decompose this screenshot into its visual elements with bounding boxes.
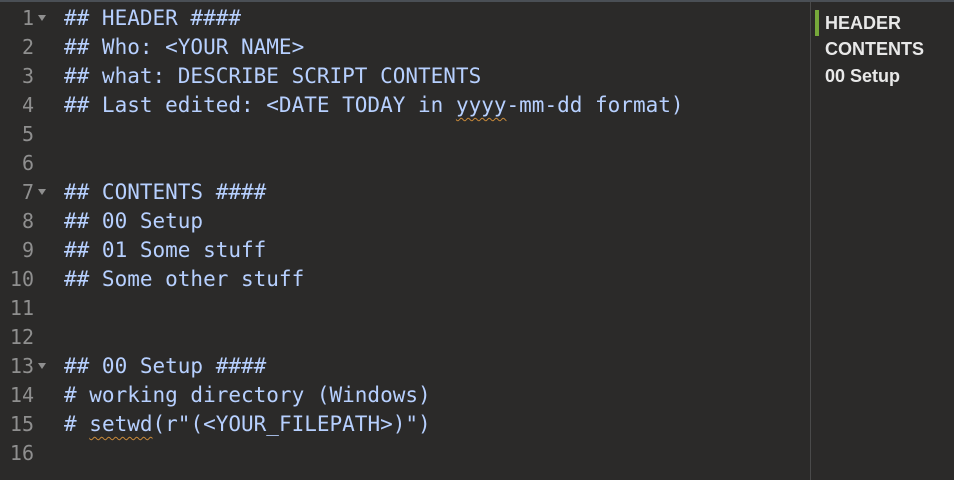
code-text[interactable]: ## CONTENTS #### (64, 178, 266, 207)
code-segment: (r"(<YOUR_FILEPATH>)") (152, 412, 431, 436)
code-text[interactable]: ## what: DESCRIBE SCRIPT CONTENTS (64, 62, 481, 91)
line-number: 3 (21, 64, 34, 88)
code-line[interactable]: 9 ## 01 Some stuff (0, 236, 810, 265)
current-section-marker (815, 10, 819, 36)
code-line[interactable]: 6 (0, 149, 810, 178)
code-text[interactable]: ## 00 Setup #### (64, 352, 266, 381)
spellcheck-flagged-word[interactable]: setwd (89, 412, 152, 436)
code-text[interactable]: ## 00 Setup (64, 207, 203, 236)
code-text[interactable]: ## Who: <YOUR NAME> (64, 33, 304, 62)
code-line[interactable]: 12 (0, 323, 810, 352)
line-number: 1 (21, 6, 34, 30)
document-outline-panel: HEADER CONTENTS 00 Setup (811, 2, 954, 480)
code-text[interactable]: ## 01 Some stuff (64, 236, 266, 265)
line-number: 14 (9, 383, 34, 407)
code-text[interactable]: ## Some other stuff (64, 265, 304, 294)
code-line[interactable]: 16 (0, 439, 810, 468)
line-number: 7 (21, 180, 34, 204)
outline-item-setup[interactable]: 00 Setup (825, 63, 900, 89)
fold-arrow-icon[interactable] (38, 15, 46, 21)
line-number: 15 (9, 412, 34, 436)
code-line[interactable]: 1 ## HEADER #### (0, 4, 810, 33)
outline-item-contents[interactable]: CONTENTS (825, 36, 924, 62)
code-line[interactable]: 2 ## Who: <YOUR NAME> (0, 33, 810, 62)
code-editor[interactable]: 1 ## HEADER #### 2 ## Who: <YOUR NAME> 3… (0, 2, 810, 480)
code-text[interactable]: # setwd(r"(<YOUR_FILEPATH>)") (64, 410, 431, 439)
code-text[interactable]: ## Last edited: <DATE TODAY in yyyy-mm-d… (64, 91, 684, 120)
outline-item-header[interactable]: HEADER (825, 10, 901, 36)
code-line[interactable]: 11 (0, 294, 810, 323)
line-number: 5 (21, 122, 34, 146)
code-text[interactable]: # working directory (Windows) (64, 381, 431, 410)
code-segment: # (64, 412, 90, 436)
line-number: 6 (21, 151, 34, 175)
code-line[interactable]: 5 (0, 120, 810, 149)
code-line[interactable]: 7 ## CONTENTS #### (0, 178, 810, 207)
code-line[interactable]: 8 ## 00 Setup (0, 207, 810, 236)
code-segment: -mm-dd format) (506, 93, 684, 117)
code-line[interactable]: 15 # setwd(r"(<YOUR_FILEPATH>)") (0, 410, 810, 439)
line-number: 10 (9, 267, 34, 291)
code-segment: ## Last edited: <DATE TODAY in (64, 93, 456, 117)
code-text[interactable]: ## HEADER #### (64, 4, 241, 33)
line-number: 16 (9, 441, 34, 465)
line-number: 13 (9, 354, 34, 378)
spellcheck-flagged-word[interactable]: yyyy (456, 93, 507, 117)
line-number: 12 (9, 325, 34, 349)
line-number: 4 (21, 93, 34, 117)
code-line[interactable]: 10 ## Some other stuff (0, 265, 810, 294)
line-number: 11 (9, 296, 34, 320)
code-line[interactable]: 13 ## 00 Setup #### (0, 352, 810, 381)
code-line[interactable]: 14 # working directory (Windows) (0, 381, 810, 410)
fold-arrow-icon[interactable] (38, 363, 46, 369)
code-line[interactable]: 3 ## what: DESCRIBE SCRIPT CONTENTS (0, 62, 810, 91)
line-number: 8 (21, 209, 34, 233)
line-number: 9 (21, 238, 34, 262)
line-number: 2 (21, 35, 34, 59)
fold-arrow-icon[interactable] (38, 189, 46, 195)
code-line[interactable]: 4 ## Last edited: <DATE TODAY in yyyy-mm… (0, 91, 810, 120)
